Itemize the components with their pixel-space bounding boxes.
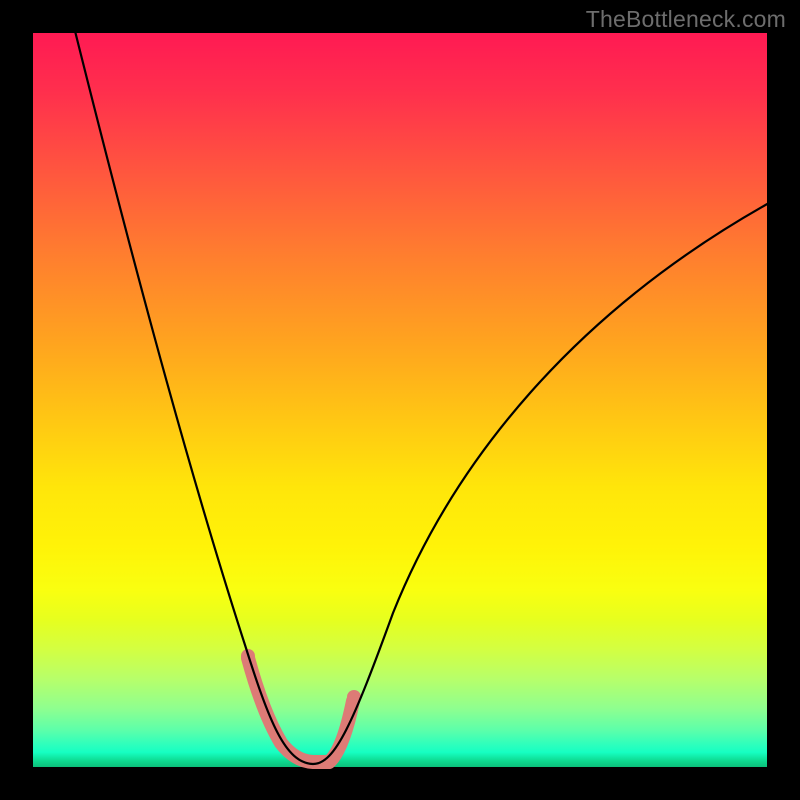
chart-frame: TheBottleneck.com [0, 0, 800, 800]
bottleneck-curve-svg [33, 33, 767, 767]
watermark-text: TheBottleneck.com [586, 6, 786, 33]
chart-plot-area [33, 33, 767, 767]
bottleneck-curve-path [74, 27, 769, 764]
